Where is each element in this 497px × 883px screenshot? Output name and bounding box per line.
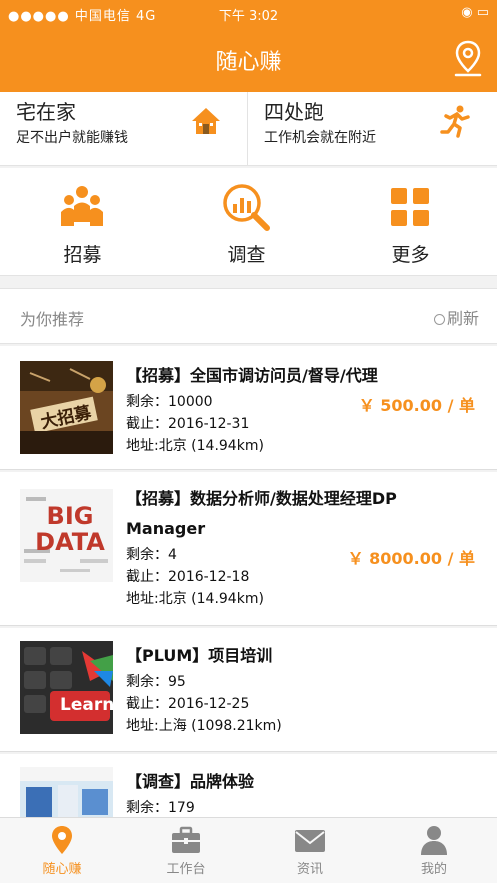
category-row: 招募 调查 更多	[0, 168, 497, 276]
status-bar: ●●●●● 中国电信 4G 下午 3:02 ◉ ▭	[0, 0, 497, 26]
list-item[interactable]: Learn 【PLUM】项目培训 剩余：95 截止：2016-12-25 地址:…	[0, 628, 497, 752]
stay-home-card[interactable]: 宅在家 足不出户就能赚钱	[0, 92, 248, 166]
job-thumbnail: Learn	[20, 641, 113, 734]
page-title: 随心赚	[215, 50, 282, 75]
person-icon	[421, 826, 447, 855]
thumb-caption: Learn	[60, 695, 113, 715]
job-remain: 剩余：4	[126, 547, 177, 563]
job-remain: 剩余：95	[126, 674, 186, 690]
location-pin-icon	[52, 826, 72, 854]
job-title: 【招募】全国市调访问员/督导/代理	[126, 366, 378, 385]
briefcase-icon	[172, 826, 200, 853]
tab-mine[interactable]: 我的	[372, 818, 496, 883]
tab-workbench[interactable]: 工作台	[124, 818, 248, 883]
job-address: 地址:北京 (14.94km)	[126, 438, 264, 454]
run-around-card[interactable]: 四处跑 工作机会就在附近	[248, 92, 496, 166]
category-recruit-label: 招募	[63, 244, 102, 266]
job-deadline: 截止：2016-12-31	[126, 416, 250, 432]
envelope-icon	[295, 830, 325, 852]
list-item[interactable]: 【调查】品牌体验 剩余：179	[0, 754, 497, 817]
battery-indicator: ◉ ▭	[461, 5, 489, 20]
category-more[interactable]: 更多	[328, 168, 493, 276]
list-item[interactable]: 大招募 【招募】全国市调访问员/督导/代理 剩余：10000 截止：2016-1…	[0, 346, 497, 470]
category-survey[interactable]: 调查	[164, 168, 329, 276]
run-around-subtitle: 工作机会就在附近	[264, 130, 376, 146]
app-header: 随心赚	[0, 26, 497, 92]
clock: 下午 3:02	[218, 9, 279, 24]
job-deadline: 截止：2016-12-25	[126, 696, 250, 712]
category-recruit[interactable]: 招募	[0, 168, 165, 276]
tab-bar: 随心赚 工作台 资讯 我的	[0, 817, 497, 883]
tab-news[interactable]: 资讯	[248, 818, 372, 883]
tab-earn-label: 随心赚	[42, 862, 82, 877]
people-group-icon	[61, 186, 103, 226]
running-person-icon	[440, 105, 470, 138]
job-remain: 剩余：179	[126, 800, 195, 816]
job-price: ￥ 8000.00 / 单	[347, 549, 475, 568]
tab-workbench-label: 工作台	[166, 862, 206, 877]
tab-mine-label: 我的	[420, 862, 447, 877]
tab-news-label: 资讯	[296, 862, 323, 877]
category-more-label: 更多	[391, 244, 430, 266]
house-icon	[192, 108, 220, 134]
list-item[interactable]: BIG DATA 【招募】数据分析师/数据处理经理DP Manager 剩余：4…	[0, 472, 497, 626]
job-title: 【调查】品牌体验	[126, 772, 255, 791]
location-pin-icon[interactable]	[453, 40, 483, 78]
brand-store-image	[20, 767, 113, 817]
tab-earn[interactable]: 随心赚	[0, 818, 124, 883]
job-title: 【PLUM】项目培训	[126, 646, 273, 665]
grid-icon	[391, 188, 429, 226]
refresh-label: 刷新	[446, 309, 479, 328]
job-thumbnail: 大招募	[20, 361, 113, 454]
job-list[interactable]: 大招募 【招募】全国市调访问员/督导/代理 剩余：10000 截止：2016-1…	[0, 346, 497, 817]
category-survey-label: 调查	[227, 244, 266, 266]
run-around-title: 四处跑	[264, 100, 324, 124]
stay-home-title: 宅在家	[16, 100, 76, 124]
chart-magnifier-icon	[223, 184, 270, 231]
job-address: 地址:北京 (14.94km)	[126, 591, 264, 607]
recommend-title: 为你推荐	[20, 310, 85, 329]
thumb-caption: BIG DATA	[35, 502, 105, 556]
refresh-button[interactable]: 刷新	[433, 305, 479, 329]
keyboard-learn-image	[20, 641, 113, 734]
job-thumbnail	[20, 767, 113, 817]
job-remain: 剩余：10000	[126, 394, 213, 410]
quick-entry-bar: 宅在家 足不出户就能赚钱 四处跑 工作机会就在附近	[0, 92, 497, 166]
job-title-line2: Manager	[126, 519, 206, 538]
stay-home-subtitle: 足不出户就能赚钱	[16, 130, 128, 146]
job-deadline: 截止：2016-12-18	[126, 569, 250, 585]
job-address: 地址:上海 (1098.21km)	[126, 718, 282, 734]
job-thumbnail: BIG DATA	[20, 489, 113, 582]
recommend-header: 为你推荐 刷新	[0, 288, 497, 344]
job-title: 【招募】数据分析师/数据处理经理DP	[126, 489, 397, 508]
job-price: ￥ 500.00 / 单	[358, 396, 475, 415]
refresh-icon	[433, 314, 445, 325]
